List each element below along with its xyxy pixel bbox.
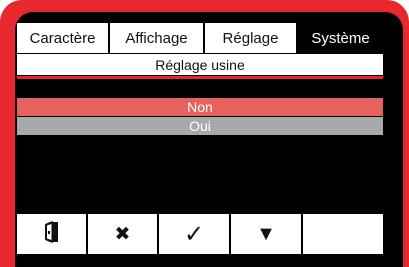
down-button[interactable]: ▼ xyxy=(231,214,301,254)
tab-label: Réglage xyxy=(222,29,279,47)
close-icon: ✖ xyxy=(114,223,131,245)
option-non[interactable]: Non xyxy=(17,98,383,116)
exit-door-icon xyxy=(44,220,59,248)
confirm-button[interactable]: ✓ xyxy=(159,214,229,254)
check-icon: ✓ xyxy=(183,220,205,248)
section-title: Réglage usine xyxy=(17,54,383,75)
title-divider xyxy=(17,76,383,79)
tab-caractere[interactable]: Caractère xyxy=(17,23,108,53)
option-label: Non xyxy=(187,99,213,115)
tab-label: Caractère xyxy=(29,29,96,47)
button-bar: ✖ ✓ ▼ xyxy=(17,214,383,254)
tab-reglage[interactable]: Réglage xyxy=(205,23,296,53)
down-arrow-icon: ▼ xyxy=(256,222,276,245)
empty-button[interactable] xyxy=(303,214,383,254)
tab-systeme[interactable]: Système xyxy=(298,23,383,53)
section-title-text: Réglage usine xyxy=(155,56,245,73)
exit-button[interactable] xyxy=(17,214,86,254)
tab-label: Système xyxy=(311,29,370,47)
tab-affichage[interactable]: Affichage xyxy=(110,23,203,53)
tab-bar: Caractère Affichage Réglage Système xyxy=(17,23,383,53)
option-label: Oui xyxy=(189,118,211,134)
tab-label: Affichage xyxy=(125,29,188,47)
cancel-button[interactable]: ✖ xyxy=(88,214,157,254)
option-oui[interactable]: Oui xyxy=(17,117,383,135)
